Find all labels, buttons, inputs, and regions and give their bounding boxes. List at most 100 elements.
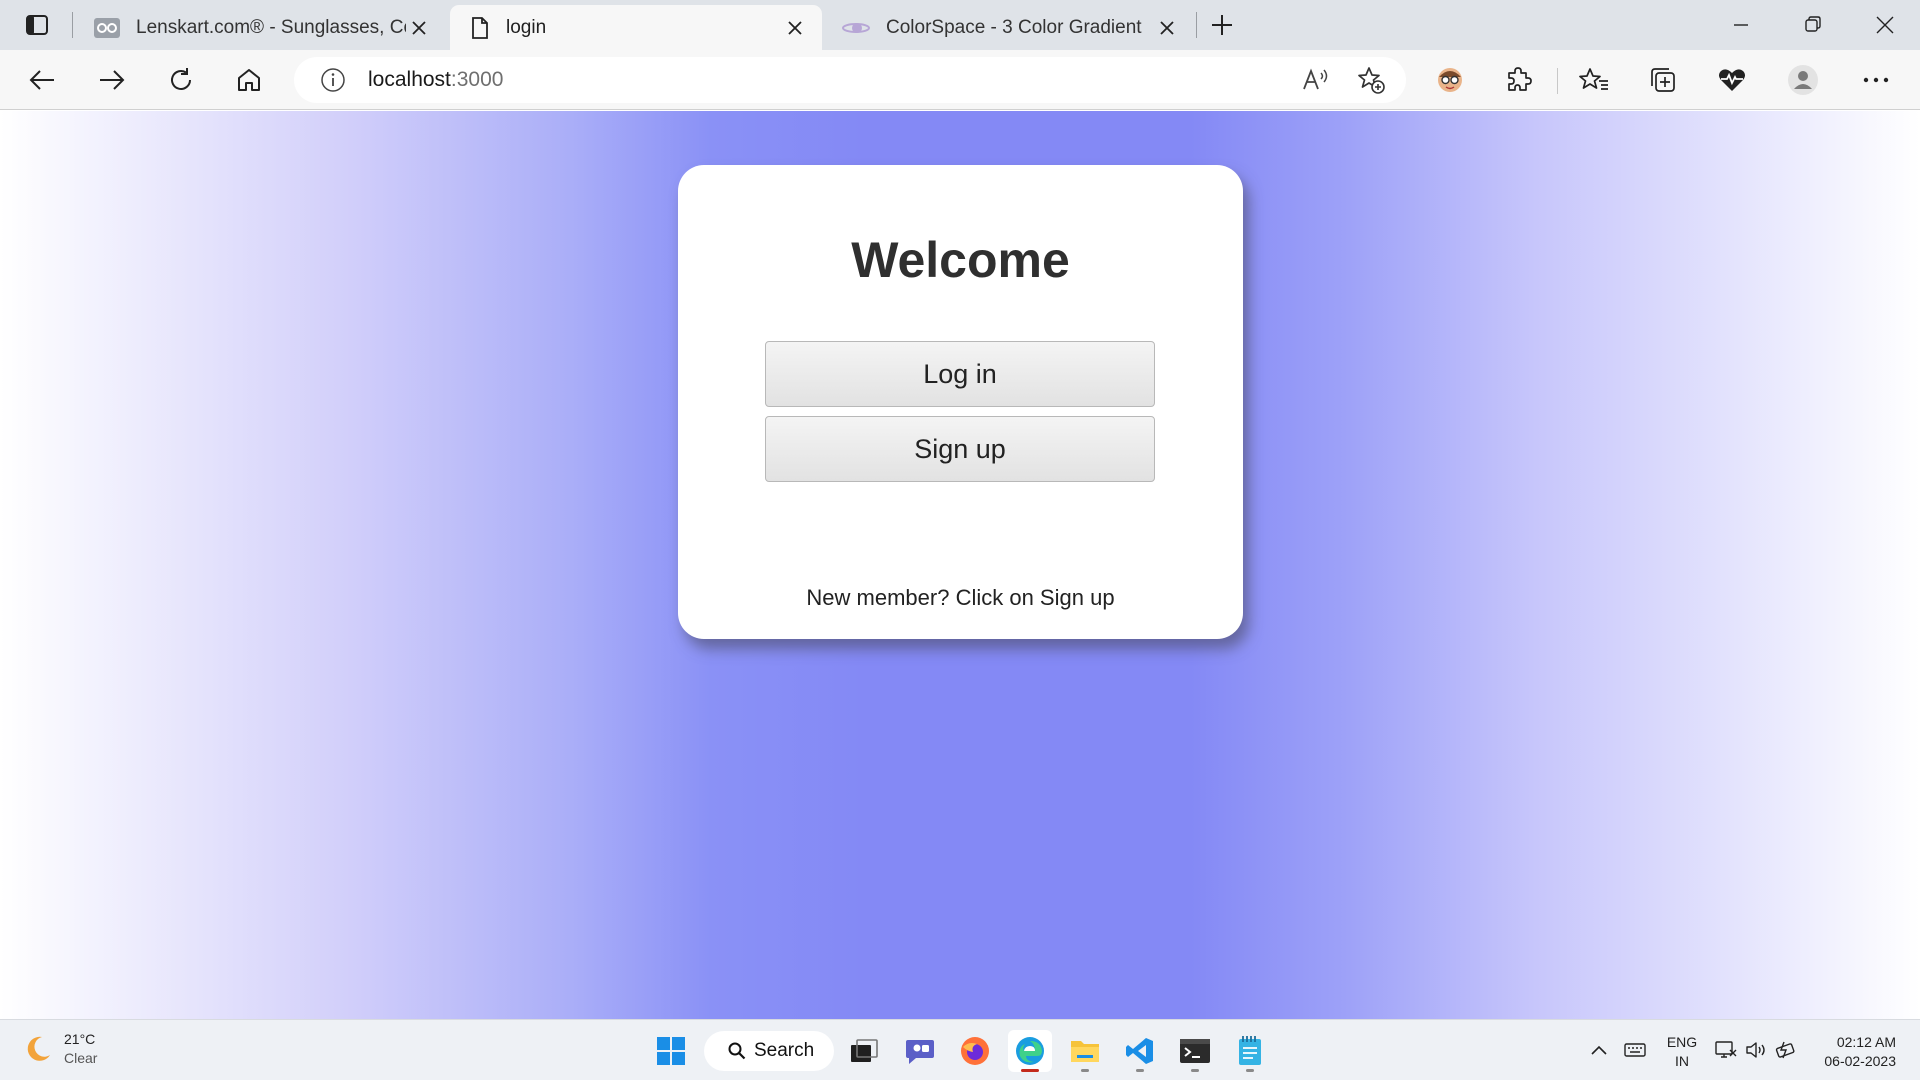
- chat-button[interactable]: [898, 1030, 942, 1072]
- chat-icon: [906, 1040, 934, 1064]
- start-button[interactable]: [649, 1030, 693, 1072]
- lenskart-favicon-icon: [94, 17, 120, 38]
- language-code: ENG: [1666, 1034, 1698, 1050]
- edge-icon: [1016, 1037, 1044, 1065]
- network-icon: [1715, 1041, 1737, 1058]
- notepad-button[interactable]: [1228, 1030, 1272, 1072]
- file-explorer-icon: [1071, 1041, 1099, 1062]
- keyboard-icon: [1624, 1043, 1646, 1057]
- toolbar-divider: [1557, 68, 1558, 94]
- read-aloud-button[interactable]: [1295, 60, 1335, 100]
- search-icon: [728, 1042, 746, 1060]
- weather-widget[interactable]: 21°C Clear: [22, 1030, 97, 1068]
- collections-icon: [1651, 68, 1675, 92]
- touch-keyboard-button[interactable]: [1620, 1030, 1650, 1070]
- add-favorite-icon: [1358, 67, 1385, 94]
- home-icon: [238, 69, 260, 91]
- language-indicator[interactable]: ENG IN: [1664, 1033, 1700, 1071]
- extension-avatar-icon: [1438, 68, 1462, 92]
- home-button[interactable]: [227, 60, 271, 100]
- edge-button[interactable]: [1008, 1030, 1052, 1072]
- url-port: :3000: [450, 68, 504, 91]
- tab-login[interactable]: login: [450, 5, 822, 50]
- taskbar-search[interactable]: Search: [704, 1031, 834, 1071]
- tab-close-button[interactable]: [782, 15, 808, 41]
- tab-separator: [1196, 12, 1197, 38]
- favorites-button[interactable]: [1574, 60, 1614, 100]
- signup-button[interactable]: Sign up: [765, 416, 1155, 482]
- collections-button[interactable]: [1643, 60, 1683, 100]
- volume-button[interactable]: [1742, 1030, 1770, 1070]
- network-button[interactable]: [1712, 1030, 1740, 1070]
- chevron-up-icon: [1591, 1045, 1607, 1055]
- back-button[interactable]: [20, 60, 64, 100]
- plus-icon: [1212, 15, 1232, 35]
- page-content: Welcome Log in Sign up New member? Click…: [0, 111, 1920, 1019]
- minimize-icon: [1734, 24, 1748, 26]
- terminal-button[interactable]: [1173, 1030, 1217, 1072]
- page-icon: [472, 16, 488, 39]
- login-button[interactable]: Log in: [765, 341, 1155, 407]
- refresh-icon: [171, 68, 191, 90]
- site-info-button[interactable]: [318, 65, 348, 95]
- tab-colorspace[interactable]: ColorSpace - 3 Color Gradient: [822, 5, 1194, 50]
- browser-essentials-button[interactable]: [1712, 60, 1752, 100]
- extensions-button[interactable]: [1499, 60, 1539, 100]
- weather-condition: Clear: [64, 1050, 98, 1066]
- browser-toolbar: localhost:3000: [0, 50, 1920, 110]
- back-icon: [29, 70, 54, 90]
- forward-icon: [100, 70, 125, 90]
- close-icon: [788, 20, 802, 35]
- browser-essentials-icon: [1719, 69, 1745, 91]
- extension-avatar-button[interactable]: [1430, 60, 1470, 100]
- vscode-button[interactable]: [1118, 1030, 1162, 1072]
- running-indicator: [1191, 1069, 1199, 1072]
- task-view-button[interactable]: [842, 1030, 886, 1072]
- moon-icon: [27, 1036, 50, 1061]
- battery-button[interactable]: [1772, 1030, 1800, 1070]
- show-hidden-icons-button[interactable]: [1584, 1030, 1614, 1070]
- tab-lenskart[interactable]: Lenskart.com® - Sunglasses, Cor: [74, 5, 446, 50]
- vscode-icon: [1126, 1038, 1153, 1064]
- firefox-icon: [961, 1037, 989, 1065]
- add-favorite-button[interactable]: [1351, 60, 1391, 100]
- weather-temp: 21°C: [64, 1031, 96, 1047]
- terminal-icon: [1180, 1039, 1210, 1063]
- welcome-card: Welcome Log in Sign up New member? Click…: [678, 165, 1243, 639]
- notepad-icon: [1239, 1036, 1261, 1065]
- refresh-button[interactable]: [159, 60, 203, 100]
- colorspace-favicon-icon: [842, 22, 870, 33]
- close-icon: [1160, 20, 1174, 35]
- task-view-icon: [851, 1039, 878, 1062]
- minimize-button[interactable]: [1706, 0, 1776, 50]
- tab-close-button[interactable]: [406, 15, 432, 41]
- tab-title: ColorSpace - 3 Color Gradient: [886, 16, 1142, 38]
- tab-actions-button[interactable]: [14, 8, 60, 42]
- welcome-heading: Welcome: [851, 232, 1070, 288]
- clock-date: 06-02-2023: [1824, 1053, 1896, 1069]
- info-icon: [321, 68, 345, 92]
- taskbar: 21°C Clear Search ENG IN 02:12 AM 06-02-…: [0, 1019, 1920, 1080]
- profile-icon: [1788, 65, 1818, 95]
- more-button[interactable]: [1856, 60, 1896, 100]
- region-code: IN: [1675, 1053, 1689, 1069]
- address-bar[interactable]: localhost:3000: [294, 57, 1406, 103]
- tab-strip: Lenskart.com® - Sunglasses, Cor login Co…: [0, 0, 1920, 50]
- profile-button[interactable]: [1783, 60, 1823, 100]
- new-tab-button[interactable]: [1204, 8, 1240, 42]
- tab-title: Lenskart.com® - Sunglasses, Cor: [136, 16, 406, 38]
- restore-button[interactable]: [1778, 0, 1848, 50]
- tab-title: login: [506, 16, 547, 38]
- favorites-icon: [1579, 68, 1608, 90]
- clock[interactable]: 02:12 AM 06-02-2023: [1812, 1033, 1896, 1071]
- file-explorer-button[interactable]: [1063, 1030, 1107, 1072]
- close-icon: [1876, 16, 1894, 34]
- volume-icon: [1746, 1042, 1765, 1058]
- running-indicator: [1136, 1069, 1144, 1072]
- tab-close-button[interactable]: [1154, 15, 1180, 41]
- forward-button[interactable]: [90, 60, 134, 100]
- firefox-button[interactable]: [953, 1030, 997, 1072]
- weather-text: 21°C Clear: [64, 1030, 97, 1068]
- close-icon: [412, 20, 426, 35]
- close-window-button[interactable]: [1850, 0, 1920, 50]
